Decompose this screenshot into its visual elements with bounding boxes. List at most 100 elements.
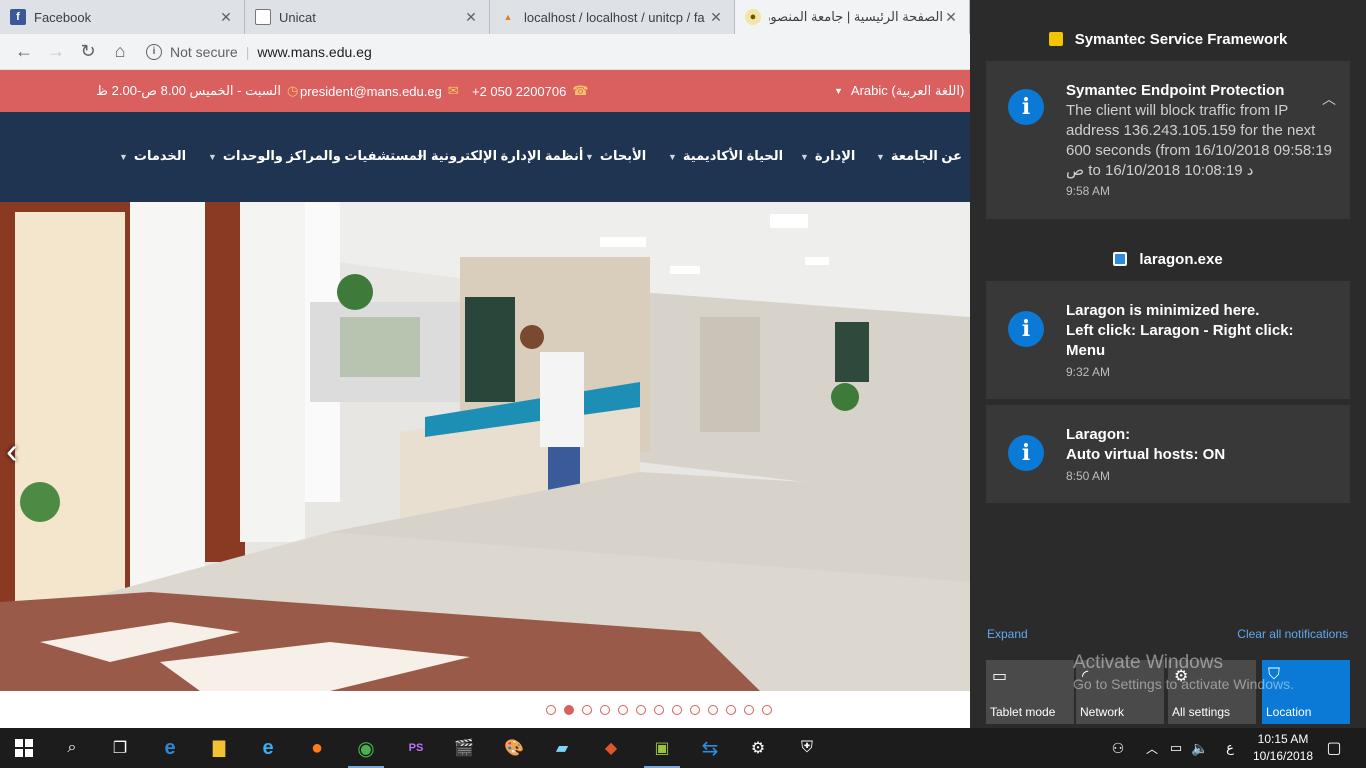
git-icon[interactable]: ◆ [599, 736, 623, 760]
notification-card[interactable]: i Symantec Endpoint Protection The clien… [986, 61, 1350, 219]
task-view-icon[interactable]: ❐ [108, 736, 132, 760]
chevron-up-icon[interactable]: ︿ [1140, 736, 1164, 760]
clock[interactable]: 10:15 AM 10/16/2018 [1248, 731, 1318, 765]
hours-text: السبت - الخميس 8.00 ص-2.00 ظ [96, 83, 281, 98]
quick-action-network[interactable]: ◜ Network [1076, 660, 1164, 724]
tab-mansoura[interactable]: ● الصفحة الرئيسية | جامعة المنصورة ✕ [735, 0, 970, 34]
quick-action-location[interactable]: ⛉ Location [1262, 660, 1350, 724]
network-icon: ◜ [1082, 668, 1089, 685]
back-icon[interactable]: ← [8, 36, 40, 68]
windows-start-icon[interactable] [12, 736, 36, 760]
forward-icon[interactable]: → [40, 36, 72, 68]
language-selector[interactable]: ▼ Arabic (اللغة العربية) [834, 83, 964, 99]
search-icon[interactable]: ⌕ [60, 736, 84, 760]
slider-dots [546, 705, 780, 715]
symantec-icon [1048, 32, 1063, 46]
teamviewer-icon[interactable]: ⇆ [698, 736, 722, 760]
notification-title: Laragon is minimized here. Left click: L… [1066, 302, 1294, 359]
slider-dot[interactable] [762, 705, 772, 715]
clock-icon: ◷ [286, 83, 299, 98]
tab-facebook[interactable]: f Facebook ✕ [0, 0, 245, 34]
hospital-lobby-photo [0, 202, 970, 691]
people-icon[interactable]: ⚇ [1106, 736, 1130, 760]
tab-title: Unicat [279, 9, 316, 25]
nav-hospitals[interactable]: ▼ المستشفيات والمراكز والوحدات [208, 148, 427, 164]
settings-icon[interactable]: ⚙ [746, 736, 770, 760]
notification-time: 8:50 AM [1066, 469, 1111, 483]
network-icon[interactable]: ▭ [1164, 736, 1188, 760]
nav-label: عن الجامعة [890, 148, 962, 163]
quick-action-label: Network [1080, 705, 1125, 719]
volume-icon[interactable]: 🔈 [1188, 736, 1212, 760]
email-link[interactable]: president@mans.edu.eg ✉ [300, 83, 465, 99]
tab-unicat[interactable]: Unicat ✕ [245, 0, 490, 34]
slider-dot[interactable] [546, 705, 556, 715]
internet-explorer-icon[interactable]: e [256, 736, 280, 760]
divider: | [245, 43, 250, 60]
movie-maker-icon[interactable]: 🎬 [452, 736, 476, 760]
slider-dot[interactable] [708, 705, 718, 715]
nav-label: أنظمة الإدارة الإلكترونية [430, 148, 584, 163]
firefox-icon[interactable]: ● [305, 736, 329, 760]
nav-e-systems[interactable]: ▼ أنظمة الإدارة الإلكترونية [416, 148, 583, 164]
slider-dot[interactable] [636, 705, 646, 715]
slider-prev-icon[interactable]: ‹ [6, 430, 18, 472]
slider-dot[interactable] [654, 705, 664, 715]
nav-label: الإدارة [814, 148, 856, 163]
expand-link[interactable]: Expand [987, 627, 1028, 641]
nav-label: الأبحاث [599, 148, 647, 163]
chevron-down-icon: ▼ [119, 152, 128, 162]
notification-card[interactable]: i Laragon: Auto virtual hosts: ON 8:50 A… [986, 405, 1350, 503]
paint-icon[interactable]: 🎨 [502, 736, 526, 760]
opening-hours: السبت - الخميس 8.00 ص-2.00 ظ ◷ [96, 83, 304, 99]
action-center-icon[interactable]: ▢ [1322, 736, 1346, 760]
home-icon[interactable]: ⌂ [104, 36, 136, 68]
tab-title: الصفحة الرئيسية | جامعة المنصورة [769, 9, 943, 24]
file-explorer-icon[interactable]: ▇ [207, 736, 231, 760]
language-text: Arabic (اللغة العربية) [850, 83, 965, 98]
input-language[interactable]: ع [1218, 736, 1242, 760]
edge-icon[interactable]: e [158, 736, 182, 760]
site-topbar: السبت - الخميس 8.00 ص-2.00 ظ ◷ president… [0, 70, 970, 112]
document-icon [255, 9, 271, 25]
slider-dot[interactable] [564, 705, 574, 715]
address-bar[interactable]: i Not secure | www.mans.edu.eg [146, 38, 970, 66]
quick-action-tablet-mode[interactable]: ▭ Tablet mode [986, 660, 1074, 724]
slider-dot[interactable] [744, 705, 754, 715]
phone-link[interactable]: +2 050 2200706 ☎ [472, 83, 595, 99]
chrome-icon[interactable]: ◉ [348, 736, 384, 768]
clear-all-link[interactable]: Clear all notifications [1237, 627, 1348, 641]
slider-dot[interactable] [582, 705, 592, 715]
main-navigation: ▼ عن الجامعة ▼ الإدارة ▼ الحياة الأكاديمية … [0, 112, 970, 202]
quick-action-all-settings[interactable]: ⚙ All settings [1168, 660, 1256, 724]
close-tab-icon[interactable]: ✕ [708, 9, 724, 26]
collapse-chevron-icon[interactable]: ︿ [1322, 89, 1336, 109]
reload-icon[interactable]: ↻ [72, 36, 104, 68]
chevron-down-icon: ▼ [668, 152, 677, 162]
slider-dot[interactable] [600, 705, 610, 715]
info-icon: i [1008, 311, 1044, 347]
url-text: www.mans.edu.eg [257, 43, 372, 60]
notification-card[interactable]: i Laragon is minimized here. Left click:… [986, 281, 1350, 399]
security-shield-icon[interactable]: ⛨ [795, 736, 819, 760]
slider-dot[interactable] [726, 705, 736, 715]
slider-dot[interactable] [690, 705, 700, 715]
nav-academic-life[interactable]: ▼ الحياة الأكاديمية [668, 148, 783, 164]
slider-dot[interactable] [672, 705, 682, 715]
info-icon[interactable]: i [146, 43, 162, 60]
laragon-icon[interactable]: ▣ [644, 736, 680, 768]
slider-dot[interactable] [618, 705, 628, 715]
nav-label: الحياة الأكاديمية [682, 148, 784, 163]
notepad-icon[interactable]: ▰ [550, 736, 574, 760]
nav-administration[interactable]: ▼ الإدارة [800, 148, 855, 164]
close-tab-icon[interactable]: ✕ [463, 9, 479, 26]
phpstorm-icon[interactable]: PS [404, 736, 428, 760]
close-tab-icon[interactable]: ✕ [218, 9, 234, 26]
tab-phpmyadmin[interactable]: ▲ localhost / localhost / unitcp / fa ✕ [490, 0, 735, 34]
close-tab-icon[interactable]: ✕ [943, 9, 959, 26]
hero-slider-image [0, 202, 970, 691]
nav-research[interactable]: ▼ الأبحاث [585, 148, 646, 164]
tablet-mode-icon: ▭ [992, 668, 1008, 685]
nav-services[interactable]: ▼ الخدمات [119, 148, 186, 164]
nav-about[interactable]: ▼ عن الجامعة [876, 148, 962, 164]
